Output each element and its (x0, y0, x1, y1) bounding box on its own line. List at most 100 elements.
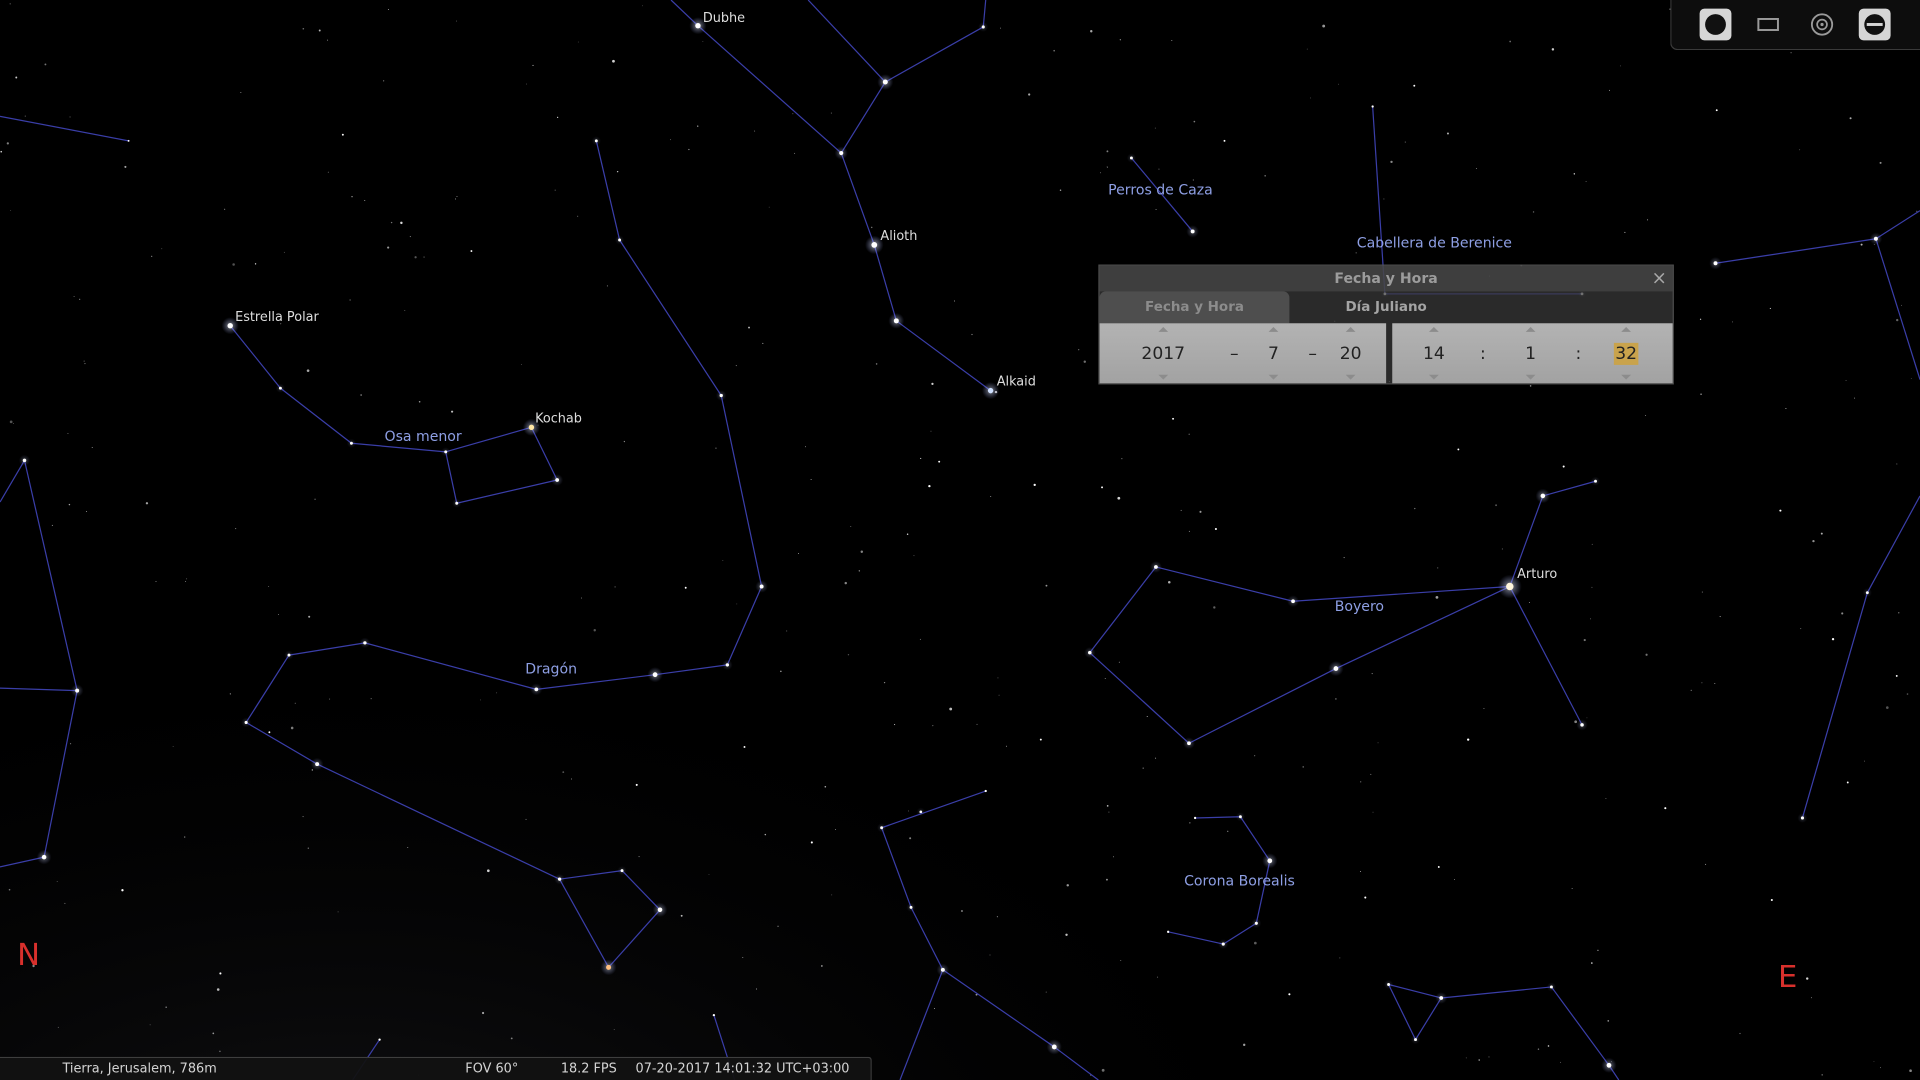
faint-star (1898, 612, 1900, 614)
faint-star (1571, 888, 1573, 889)
star (1193, 816, 1197, 820)
telrad-button[interactable] (1806, 9, 1838, 41)
star (635, 783, 638, 786)
star (1797, 813, 1808, 823)
faint-star (642, 5, 644, 7)
faint-star (1189, 822, 1191, 824)
sky-canvas[interactable]: Osa menor Dragón Perros de Caza Cabeller… (0, 0, 1920, 1080)
faint-star (735, 365, 737, 367)
increment-arrow-icon[interactable] (1525, 326, 1536, 332)
decrement-arrow-icon[interactable] (1345, 374, 1356, 380)
star (1149, 560, 1162, 573)
month-spinbox[interactable]: 7 (1249, 323, 1298, 383)
faint-star (1465, 1057, 1467, 1059)
star (755, 580, 768, 593)
star-core[interactable] (987, 387, 994, 394)
increment-arrow-icon[interactable] (1345, 326, 1356, 332)
faint-star (349, 299, 351, 301)
faint-star (1371, 673, 1373, 675)
location-text[interactable]: Tierra, Jerusalem, 786m (62, 1058, 216, 1080)
decrement-arrow-icon[interactable] (1621, 374, 1632, 380)
star-core (1606, 1062, 1612, 1068)
star-core[interactable] (227, 323, 233, 329)
star-core (684, 586, 687, 589)
faint-star (1372, 811, 1374, 813)
faint-star (1065, 933, 1068, 936)
datetime-text[interactable]: 07-20-2017 14:01:32 UTC+03:00 (636, 1058, 850, 1080)
faint-star (1106, 166, 1108, 168)
minute-value[interactable]: 1 (1506, 343, 1555, 365)
close-icon[interactable]: × (1651, 266, 1668, 292)
ocular-view-button[interactable] (1699, 8, 1732, 41)
year-spinbox[interactable]: 2017 (1139, 323, 1188, 383)
faint-star (1310, 97, 1312, 99)
faint-star (1254, 941, 1257, 945)
star (1535, 488, 1551, 504)
star (284, 650, 294, 660)
faint-star (909, 837, 912, 840)
faint-star (554, 189, 556, 191)
day-value[interactable]: 20 (1326, 343, 1375, 365)
increment-arrow-icon[interactable] (1268, 326, 1279, 332)
faint-star (777, 925, 779, 928)
second-value[interactable]: 32 (1613, 342, 1639, 365)
faint-star (1574, 720, 1578, 724)
planetarium-view[interactable]: Osa menor Dragón Perros de Caza Cabeller… (0, 0, 1920, 1080)
star-core[interactable] (528, 424, 535, 431)
oculars-config-button[interactable] (1858, 8, 1891, 41)
star-core (1549, 985, 1553, 989)
faint-star (1585, 181, 1587, 182)
tab-julian-day[interactable]: Día Juliano (1289, 291, 1482, 323)
second-spinbox[interactable]: 32 (1602, 323, 1651, 383)
decrement-arrow-icon[interactable] (1158, 374, 1169, 380)
faint-star (794, 152, 796, 154)
faint-star (91, 447, 93, 449)
increment-arrow-icon[interactable] (1428, 326, 1439, 332)
faint-star (1306, 48, 1308, 50)
faint-star (1864, 760, 1865, 762)
faint-star (124, 165, 127, 168)
star-core[interactable] (871, 241, 878, 248)
star-core (719, 393, 723, 398)
faint-star (387, 8, 389, 10)
month-value[interactable]: 7 (1249, 343, 1298, 365)
minute-spinbox[interactable]: 1 (1506, 323, 1555, 383)
star-core (1594, 479, 1597, 483)
star (1546, 982, 1557, 992)
star (1437, 865, 1440, 868)
faint-star (748, 326, 750, 329)
hour-spinbox[interactable]: 14 (1409, 323, 1458, 383)
decrement-arrow-icon[interactable] (1525, 374, 1536, 380)
faint-star (360, 394, 362, 396)
star-core (268, 731, 271, 734)
day-spinbox[interactable]: 20 (1326, 323, 1375, 383)
star-core (938, 460, 941, 463)
decrement-arrow-icon[interactable] (1428, 374, 1439, 380)
constellation-label-draco: Dragón (525, 661, 577, 677)
increment-arrow-icon[interactable] (1621, 326, 1632, 332)
faint-star (1155, 757, 1157, 759)
faint-star (1370, 773, 1372, 775)
year-value[interactable]: 2017 (1139, 343, 1188, 365)
star (936, 963, 950, 977)
sensor-frame-button[interactable] (1752, 9, 1784, 41)
star (275, 383, 286, 393)
decrement-arrow-icon[interactable] (1268, 374, 1279, 380)
faint-star (1154, 127, 1156, 129)
star-core[interactable] (1506, 582, 1514, 591)
star (219, 972, 222, 975)
star-core (1779, 509, 1782, 512)
hour-value[interactable]: 14 (1409, 343, 1458, 365)
star-core (75, 688, 80, 693)
star (1328, 660, 1344, 677)
increment-arrow-icon[interactable] (1158, 326, 1169, 332)
dialog-title-bar[interactable]: Fecha y Hora × (1099, 265, 1673, 292)
star-core[interactable] (695, 23, 701, 29)
faint-star (1188, 530, 1190, 532)
faint-star (1488, 1056, 1490, 1058)
tab-date-time[interactable]: Fecha y Hora (1099, 291, 1290, 324)
faint-star (1119, 39, 1121, 41)
star-core (1715, 109, 1718, 112)
status-bar: Tierra, Jerusalem, 786m FOV 60° 18.2 FPS… (0, 1056, 872, 1080)
star-core (1437, 865, 1440, 868)
